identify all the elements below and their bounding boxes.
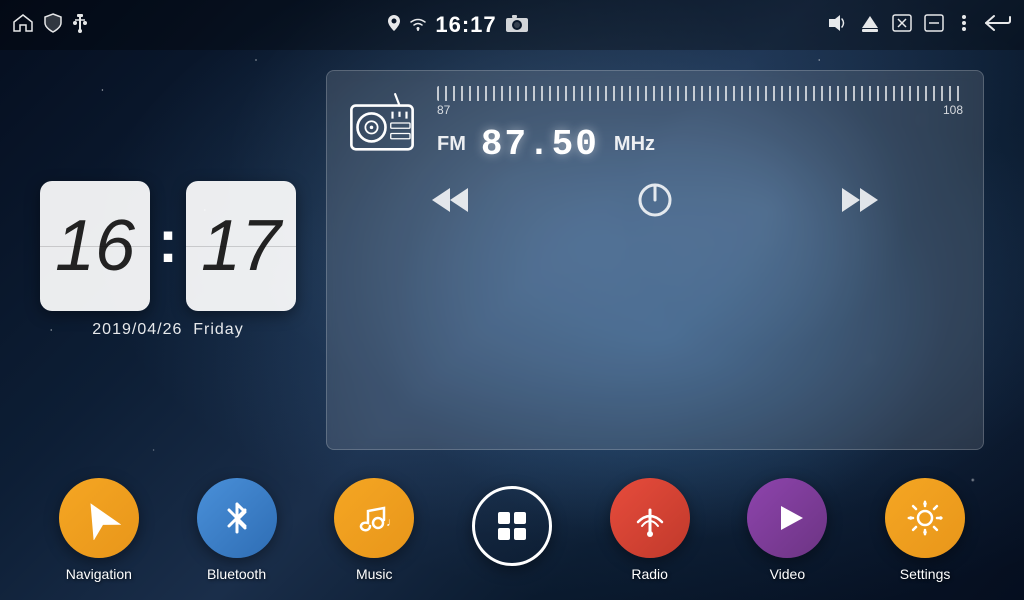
navigation-icon-circle (59, 478, 139, 558)
radio-frequency-area: 87 108 FM 87.50 MHz (437, 86, 963, 165)
radio-display: FM 87.50 MHz (437, 124, 963, 165)
status-bar: 16:17 (0, 0, 1024, 50)
radio-controls (347, 177, 963, 230)
settings-label: Settings (900, 566, 951, 582)
clock-minute: 17 (186, 181, 296, 311)
clock-date: 2019/04/26 Friday (92, 321, 243, 339)
radio-device-icon (347, 88, 417, 158)
bluetooth-label: Bluetooth (207, 566, 266, 582)
music-label: Music (356, 566, 393, 582)
clock-hour: 16 (40, 181, 150, 311)
eject-status-icon[interactable] (860, 14, 880, 37)
status-time: 16:17 (435, 12, 496, 38)
location-status-icon (387, 14, 401, 37)
settings-icon-circle (885, 478, 965, 558)
app-item-navigation[interactable]: Navigation (59, 478, 139, 582)
app-item-settings[interactable]: Settings (885, 478, 965, 582)
radio-icon-area (347, 88, 417, 163)
back-status-icon[interactable] (984, 14, 1012, 37)
volume-status-icon[interactable] (828, 14, 848, 37)
status-left-icons (12, 13, 88, 38)
home-status-icon (12, 14, 34, 37)
prev-icon (432, 186, 468, 214)
status-right-icons (828, 14, 1012, 37)
shield-status-icon (44, 13, 62, 38)
bluetooth-icon (215, 496, 259, 540)
radio-unit: MHz (614, 133, 655, 156)
home-icon-circle (472, 486, 552, 566)
navigation-label: Navigation (66, 566, 132, 582)
radio-scale-bar (437, 86, 963, 101)
svg-text:♩: ♩ (386, 515, 396, 529)
radio-frequency: 87.50 (481, 124, 599, 165)
video-play-icon (765, 496, 809, 540)
clock-widget: 16 : 17 2019/04/26 Friday (40, 70, 296, 450)
camera-status-icon[interactable] (505, 13, 529, 38)
usb-status-icon (72, 13, 88, 38)
status-center: 16:17 (387, 12, 528, 38)
bluetooth-icon-circle (197, 478, 277, 558)
radio-icon-circle (610, 478, 690, 558)
power-icon (637, 182, 673, 218)
app-row: Navigation Bluetooth ♩ Music (0, 470, 1024, 600)
radio-band: FM (437, 133, 466, 156)
app-item-bluetooth[interactable]: Bluetooth (197, 478, 277, 582)
main-content: 16 : 17 2019/04/26 Friday (0, 50, 1024, 470)
clock-digits: 16 : 17 (40, 181, 296, 311)
radio-widget[interactable]: 87 108 FM 87.50 MHz (326, 70, 984, 450)
settings-gear-icon (903, 496, 947, 540)
music-icon-circle: ♩ (334, 478, 414, 558)
app-item-video[interactable]: Video (747, 478, 827, 582)
app-item-music[interactable]: ♩ Music (334, 478, 414, 582)
clock-colon: : (158, 207, 178, 276)
minus-box-status-icon[interactable] (924, 14, 944, 37)
home-grid-icon (490, 504, 534, 548)
close-box-status-icon[interactable] (892, 14, 912, 37)
radio-scale: 87 108 (437, 86, 963, 116)
radio-next-button[interactable] (837, 181, 883, 226)
video-icon-circle (747, 478, 827, 558)
radio-app-icon (628, 496, 672, 540)
music-icon: ♩ (352, 496, 396, 540)
app-item-home[interactable] (472, 486, 552, 574)
radio-scale-labels: 87 108 (437, 103, 963, 117)
menu-status-icon[interactable] (956, 14, 972, 37)
wifi-status-icon (409, 15, 427, 36)
radio-prev-button[interactable] (427, 181, 473, 226)
radio-power-button[interactable] (632, 177, 678, 230)
next-icon (842, 186, 878, 214)
radio-top: 87 108 FM 87.50 MHz (347, 86, 963, 165)
video-label: Video (770, 566, 806, 582)
app-item-radio[interactable]: Radio (610, 478, 690, 582)
navigation-icon (77, 496, 121, 540)
radio-label: Radio (631, 566, 668, 582)
